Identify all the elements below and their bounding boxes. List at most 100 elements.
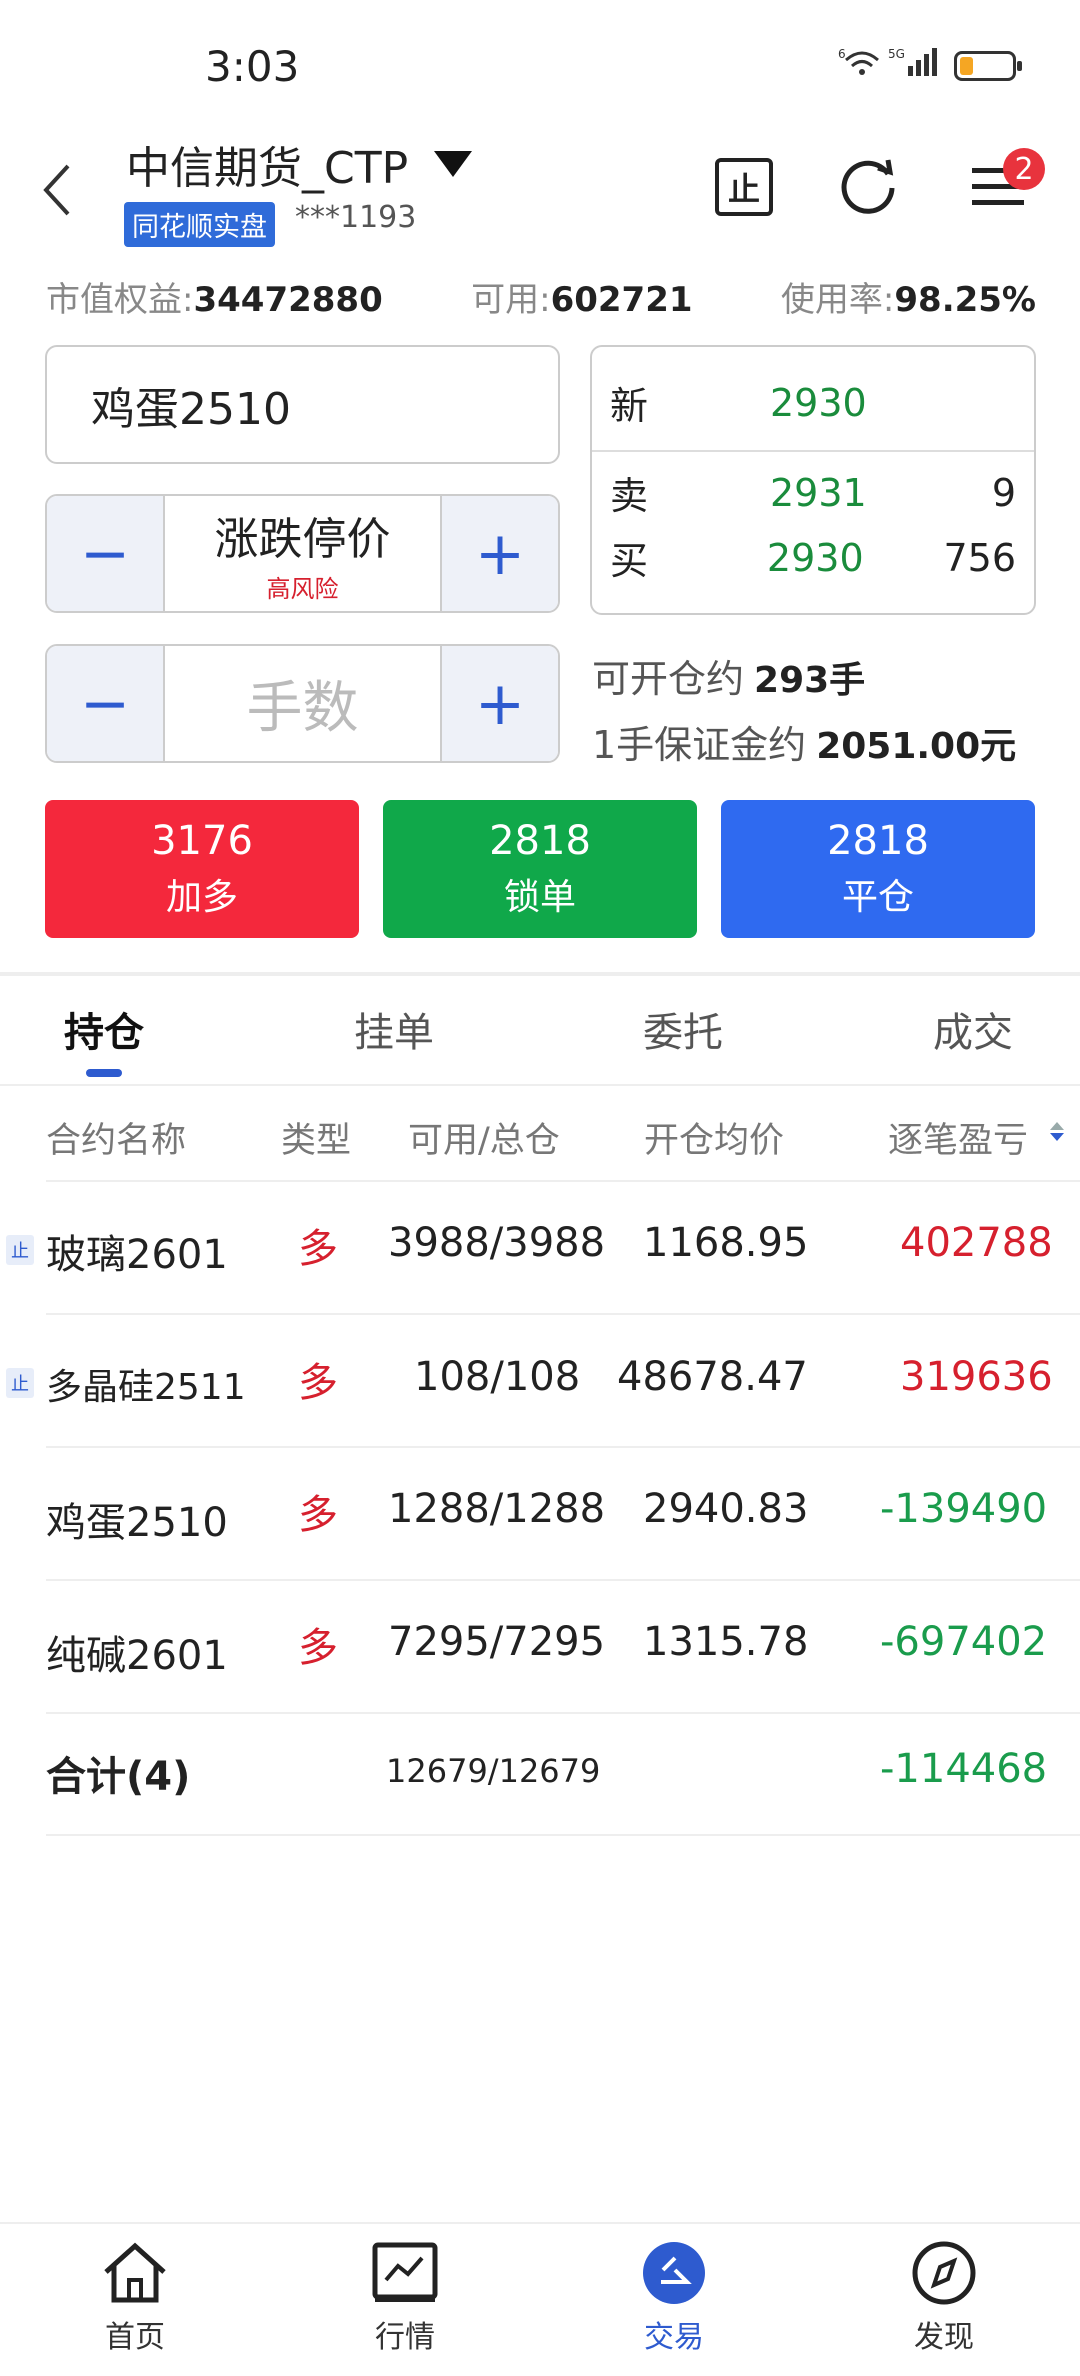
can-open-value: 293手 — [754, 660, 866, 701]
account-name: 中信期货_CTP — [126, 143, 409, 194]
home-icon — [104, 2242, 166, 2303]
can-open-info: 可开仓约 293手 — [592, 648, 865, 703]
usage-value: 98.25% — [894, 280, 1036, 320]
market-chart-icon — [372, 2242, 438, 2302]
nav-home[interactable]: 首页 — [55, 2240, 215, 2356]
total-qty: 12679/12679 — [386, 1752, 601, 1790]
ask-volume: 9 — [991, 470, 1016, 515]
status-time: 3:03 — [205, 42, 300, 91]
ask-price: 2931 — [770, 470, 867, 515]
ask-label: 卖 — [610, 474, 649, 518]
row-contract-name[interactable]: 鸡蛋2510 — [46, 1490, 228, 1548]
col-header-qty: 可用/总仓 — [408, 1121, 560, 1161]
nav-home-label: 首页 — [105, 2320, 165, 2355]
nav-trade[interactable]: 交易 — [594, 2240, 754, 2356]
status-icons: 6 5G — [838, 46, 1022, 85]
nav-market-label: 行情 — [375, 2320, 435, 2355]
col-header-pnl[interactable]: 逐笔盈亏 — [888, 1112, 1028, 1163]
row-direction: 多 — [298, 1226, 338, 1272]
row-pnl: 402788 — [900, 1220, 1053, 1266]
last-price-row: 新 2930 — [610, 375, 1016, 430]
row-direction: 多 — [298, 1360, 338, 1406]
buy-long-label: 加多 — [165, 877, 238, 918]
can-open-label: 可开仓约 — [592, 657, 745, 701]
row-divider — [46, 1313, 1080, 1315]
row-contract-name[interactable]: 纯碱2601 — [46, 1623, 228, 1681]
row-divider — [46, 1712, 1080, 1714]
lots-stepper: − 手数 + — [45, 644, 560, 763]
back-button[interactable] — [38, 160, 78, 220]
row-divider — [46, 1446, 1080, 1448]
tabs-divider — [0, 1084, 1080, 1086]
nav-discover[interactable]: 发现 — [864, 2240, 1024, 2356]
row-avg-price: 1168.95 — [643, 1220, 809, 1266]
dropdown-triangle-icon — [434, 151, 473, 177]
account-summary: 市值权益:34472880 可用:602721 使用率:98.25% — [46, 272, 1036, 321]
row-avg-price: 2940.83 — [643, 1486, 809, 1532]
price-type-selector[interactable]: 涨跌停价 高风险 — [165, 496, 440, 611]
svg-text:5G: 5G — [888, 47, 905, 61]
tab-positions[interactable]: 持仓 — [64, 1000, 144, 1058]
ask-row[interactable]: 卖 2931 9 — [610, 465, 1016, 520]
close-label: 平仓 — [841, 877, 914, 918]
bid-volume: 756 — [943, 535, 1016, 580]
lots-input[interactable]: 手数 — [165, 646, 440, 761]
margin-label: 1手保证金约 — [592, 723, 807, 767]
last-price: 2930 — [770, 380, 867, 425]
row-divider — [46, 1834, 1080, 1836]
lock-button[interactable]: 2818 锁单 — [383, 800, 697, 938]
stop-icon-text: 止 — [727, 170, 760, 208]
row-divider — [46, 1180, 1080, 1182]
section-divider — [0, 972, 1080, 976]
tab-trades[interactable]: 成交 — [933, 1000, 1013, 1058]
contract-input[interactable]: 鸡蛋2510 — [45, 345, 560, 464]
row-direction: 多 — [298, 1625, 338, 1671]
lock-label: 锁单 — [503, 877, 576, 918]
account-switcher[interactable]: 中信期货_CTP — [126, 132, 473, 196]
active-tab-indicator — [86, 1069, 122, 1077]
lock-price: 2818 — [489, 818, 591, 864]
row-contract-name[interactable]: 玻璃2601 — [46, 1222, 228, 1280]
last-label: 新 — [610, 384, 649, 428]
buy-long-button[interactable]: 3176 加多 — [45, 800, 359, 938]
usage-label: 使用率: — [780, 280, 895, 320]
row-qty: 108/108 — [414, 1354, 581, 1400]
equity-value: 34472880 — [193, 280, 383, 320]
sort-icon[interactable] — [1050, 1122, 1064, 1141]
col-header-type: 类型 — [281, 1121, 352, 1161]
refresh-icon — [841, 159, 895, 214]
trade-icon — [643, 2242, 705, 2304]
price-stepper: − 涨跌停价 高风险 + — [45, 494, 560, 613]
battery-icon — [954, 50, 1022, 81]
row-pnl: -697402 — [880, 1619, 1048, 1665]
quote-panel: 新 2930 卖 2931 9 买 2930 756 — [590, 345, 1036, 615]
bid-price: 2930 — [766, 535, 864, 580]
col-header-avg-price: 开仓均价 — [644, 1121, 785, 1161]
stop-loss-button[interactable]: 止 — [715, 158, 773, 216]
refresh-button[interactable] — [838, 154, 902, 218]
bid-row[interactable]: 买 2930 756 — [610, 530, 1016, 585]
wifi-icon: 6 — [838, 46, 882, 85]
row-qty: 3988/3988 — [388, 1220, 606, 1266]
row-avg-price: 48678.47 — [617, 1354, 808, 1400]
nav-trade-label: 交易 — [644, 2320, 704, 2355]
lots-minus-button[interactable]: − — [47, 646, 165, 761]
nav-market[interactable]: 行情 — [325, 2240, 485, 2356]
buy-long-price: 3176 — [151, 818, 253, 864]
bottom-nav-divider — [0, 2222, 1080, 2224]
quote-divider — [592, 450, 1034, 452]
row-direction: 多 — [298, 1492, 338, 1538]
price-plus-button[interactable]: + — [440, 496, 558, 611]
stop-order-tag: 止 — [6, 1235, 34, 1265]
menu-badge: 2 — [1003, 148, 1045, 190]
close-position-button[interactable]: 2818 平仓 — [721, 800, 1035, 938]
nav-discover-label: 发现 — [914, 2320, 974, 2355]
row-contract-name[interactable]: 多晶硅2511 — [46, 1358, 246, 1410]
lots-plus-button[interactable]: + — [440, 646, 558, 761]
tab-pending[interactable]: 挂单 — [354, 1000, 434, 1058]
tab-orders[interactable]: 委托 — [643, 1000, 723, 1058]
price-minus-button[interactable]: − — [47, 496, 165, 611]
margin-info: 1手保证金约 2051.00元 — [592, 714, 1016, 769]
compass-icon — [912, 2241, 976, 2305]
account-type-tag: 同花顺实盘 — [124, 202, 275, 247]
